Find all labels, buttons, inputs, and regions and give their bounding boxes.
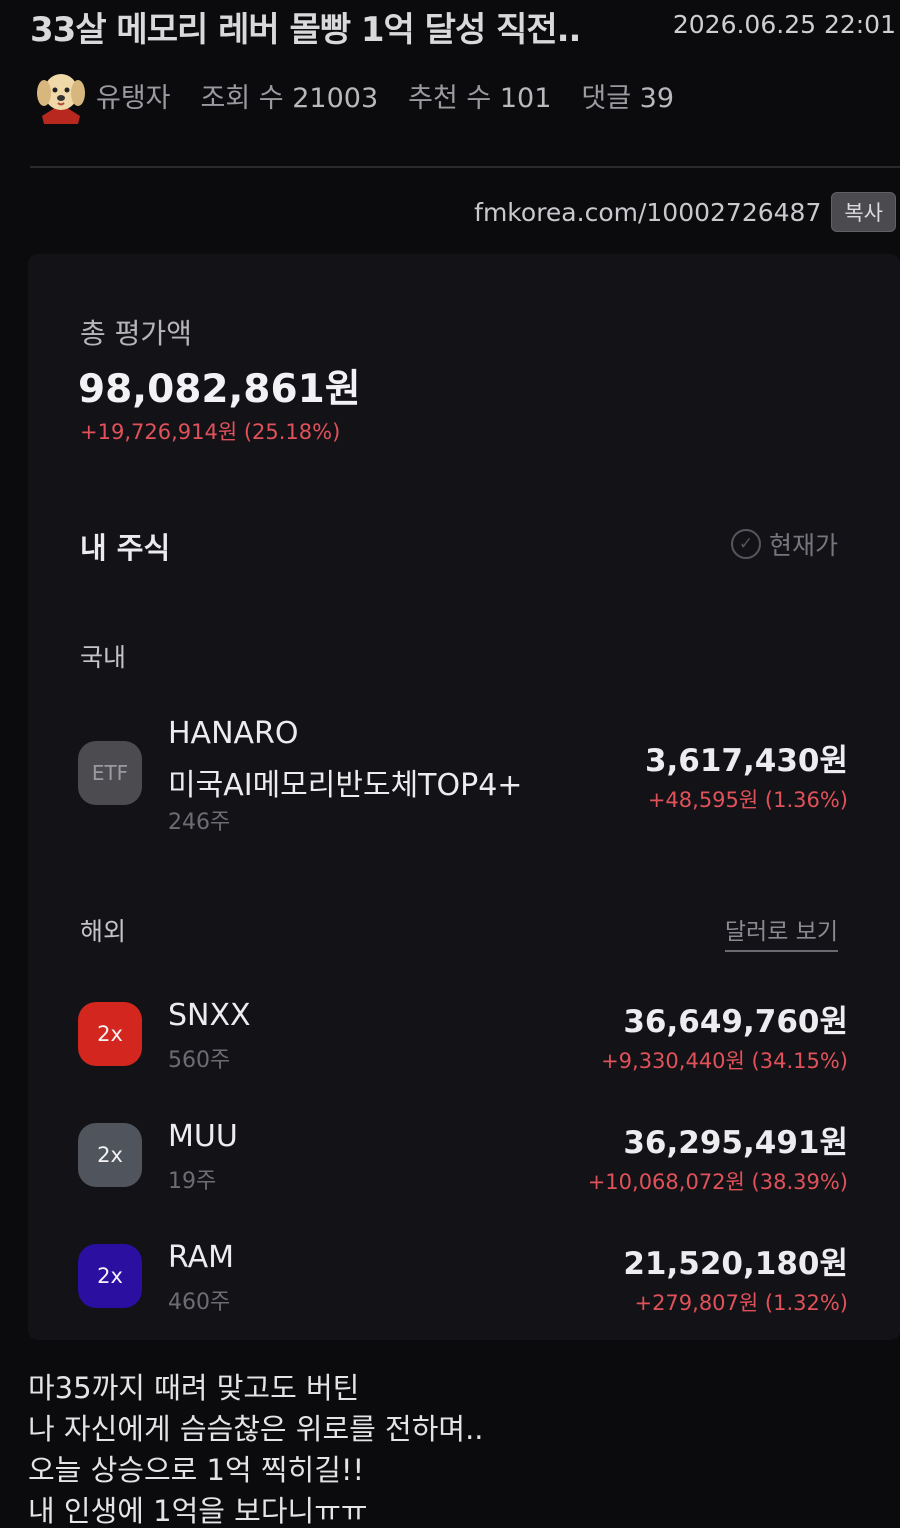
likes: 추천 수 101 <box>408 76 551 115</box>
stock-gain: +48,595원 (1.36%) <box>647 788 848 812</box>
stock-qty: 19주 <box>168 1169 217 1194</box>
check-circle-icon: ✓ <box>730 529 761 559</box>
stock-value: 3,617,430원 <box>644 743 848 779</box>
current-price-toggle[interactable]: ✓ 현재가 <box>730 526 838 562</box>
stock-name: RAM <box>168 1240 235 1275</box>
views-label: 조회 수 <box>200 82 284 114</box>
divider <box>30 166 900 168</box>
views-count: 21003 <box>292 82 379 114</box>
likes-label: 추천 수 <box>408 82 492 114</box>
dog-avatar-icon <box>34 66 88 124</box>
post-title: 33살 메모리 레버 몰빵 1억 달성 직전.. <box>30 10 581 50</box>
comments-label: 댓글 <box>581 82 632 114</box>
stock-row-hanaro[interactable]: ETF HANARO 미국AI메모리반도체TOP4+ 246주 3,617,43… <box>78 708 848 838</box>
total-value: 98,082,861원 <box>78 367 361 412</box>
stock-name-line2: 미국AI메모리반도체TOP4+ <box>168 768 523 803</box>
stock-value: 36,295,491원 <box>623 1125 848 1161</box>
stock-gain: +10,068,072원 (38.39%) <box>587 1170 848 1194</box>
post-date: 2026.06.25 22:01 <box>672 10 896 39</box>
post-meta: 유탱자 조회 수 21003 추천 수 101 댓글 39 <box>34 66 674 124</box>
leverage-badge: 2x <box>78 1002 142 1066</box>
stock-value: 36,649,760원 <box>623 1004 848 1040</box>
domestic-label: 국내 <box>80 643 127 672</box>
view-in-dollars-link[interactable]: 달러로 보기 <box>724 912 838 952</box>
post-url-row: fmkorea.com/10002726487 복사 <box>474 192 896 232</box>
stock-name: SNXX <box>168 998 251 1033</box>
total-value-label: 총 평가액 <box>80 317 192 350</box>
views: 조회 수 21003 <box>201 76 379 115</box>
stock-qty: 246주 <box>168 810 231 835</box>
stock-name: MUU <box>168 1119 238 1154</box>
stock-gain: +9,330,440원 (34.15%) <box>601 1049 848 1073</box>
author[interactable]: 유탱자 <box>34 66 171 124</box>
post-body-line: 오늘 상승으로 1억 찍히길!! <box>28 1453 365 1487</box>
stock-qty: 560주 <box>168 1048 231 1073</box>
stock-name-line1: HANARO <box>168 716 299 751</box>
etf-badge: ETF <box>78 741 142 805</box>
total-gain: +19,726,914원 (25.18%) <box>80 420 341 444</box>
overseas-label: 해외 <box>80 917 127 946</box>
likes-count: 101 <box>499 82 552 114</box>
stock-qty: 460주 <box>168 1290 231 1315</box>
leverage-badge: 2x <box>78 1244 142 1308</box>
post-body: 마35까지 때려 맞고도 버틴 나 자신에게 슴슴찮은 위로를 전하며.. 오늘… <box>28 1368 484 1528</box>
stock-gain: +279,807원 (1.32%) <box>634 1291 848 1315</box>
comments-count: 39 <box>639 82 675 114</box>
stock-row-ram[interactable]: 2x RAM 460주 21,520,180원 +279,807원 (1.32%… <box>78 1238 848 1318</box>
current-price-label: 현재가 <box>768 531 838 560</box>
my-stocks-title: 내 주식 <box>80 531 171 565</box>
post-body-line: 마35까지 때려 맞고도 버틴 <box>28 1371 360 1405</box>
stock-value: 21,520,180원 <box>623 1246 848 1282</box>
comments[interactable]: 댓글 39 <box>581 76 674 115</box>
post-body-line: 나 자신에게 슴슴찮은 위로를 전하며.. <box>28 1412 484 1446</box>
copy-url-button[interactable]: 복사 <box>831 192 896 232</box>
author-name: 유탱자 <box>96 82 171 114</box>
stock-row-snxx[interactable]: 2x SNXX 560주 36,649,760원 +9,330,440원 (34… <box>78 996 848 1076</box>
post-body-line: 내 인생에 1억을 보다니ㅠㅠ <box>28 1494 368 1528</box>
stock-row-muu[interactable]: 2x MUU 19주 36,295,491원 +10,068,072원 (38.… <box>78 1117 848 1197</box>
post-url[interactable]: fmkorea.com/10002726487 <box>474 198 821 227</box>
leverage-badge: 2x <box>78 1123 142 1187</box>
